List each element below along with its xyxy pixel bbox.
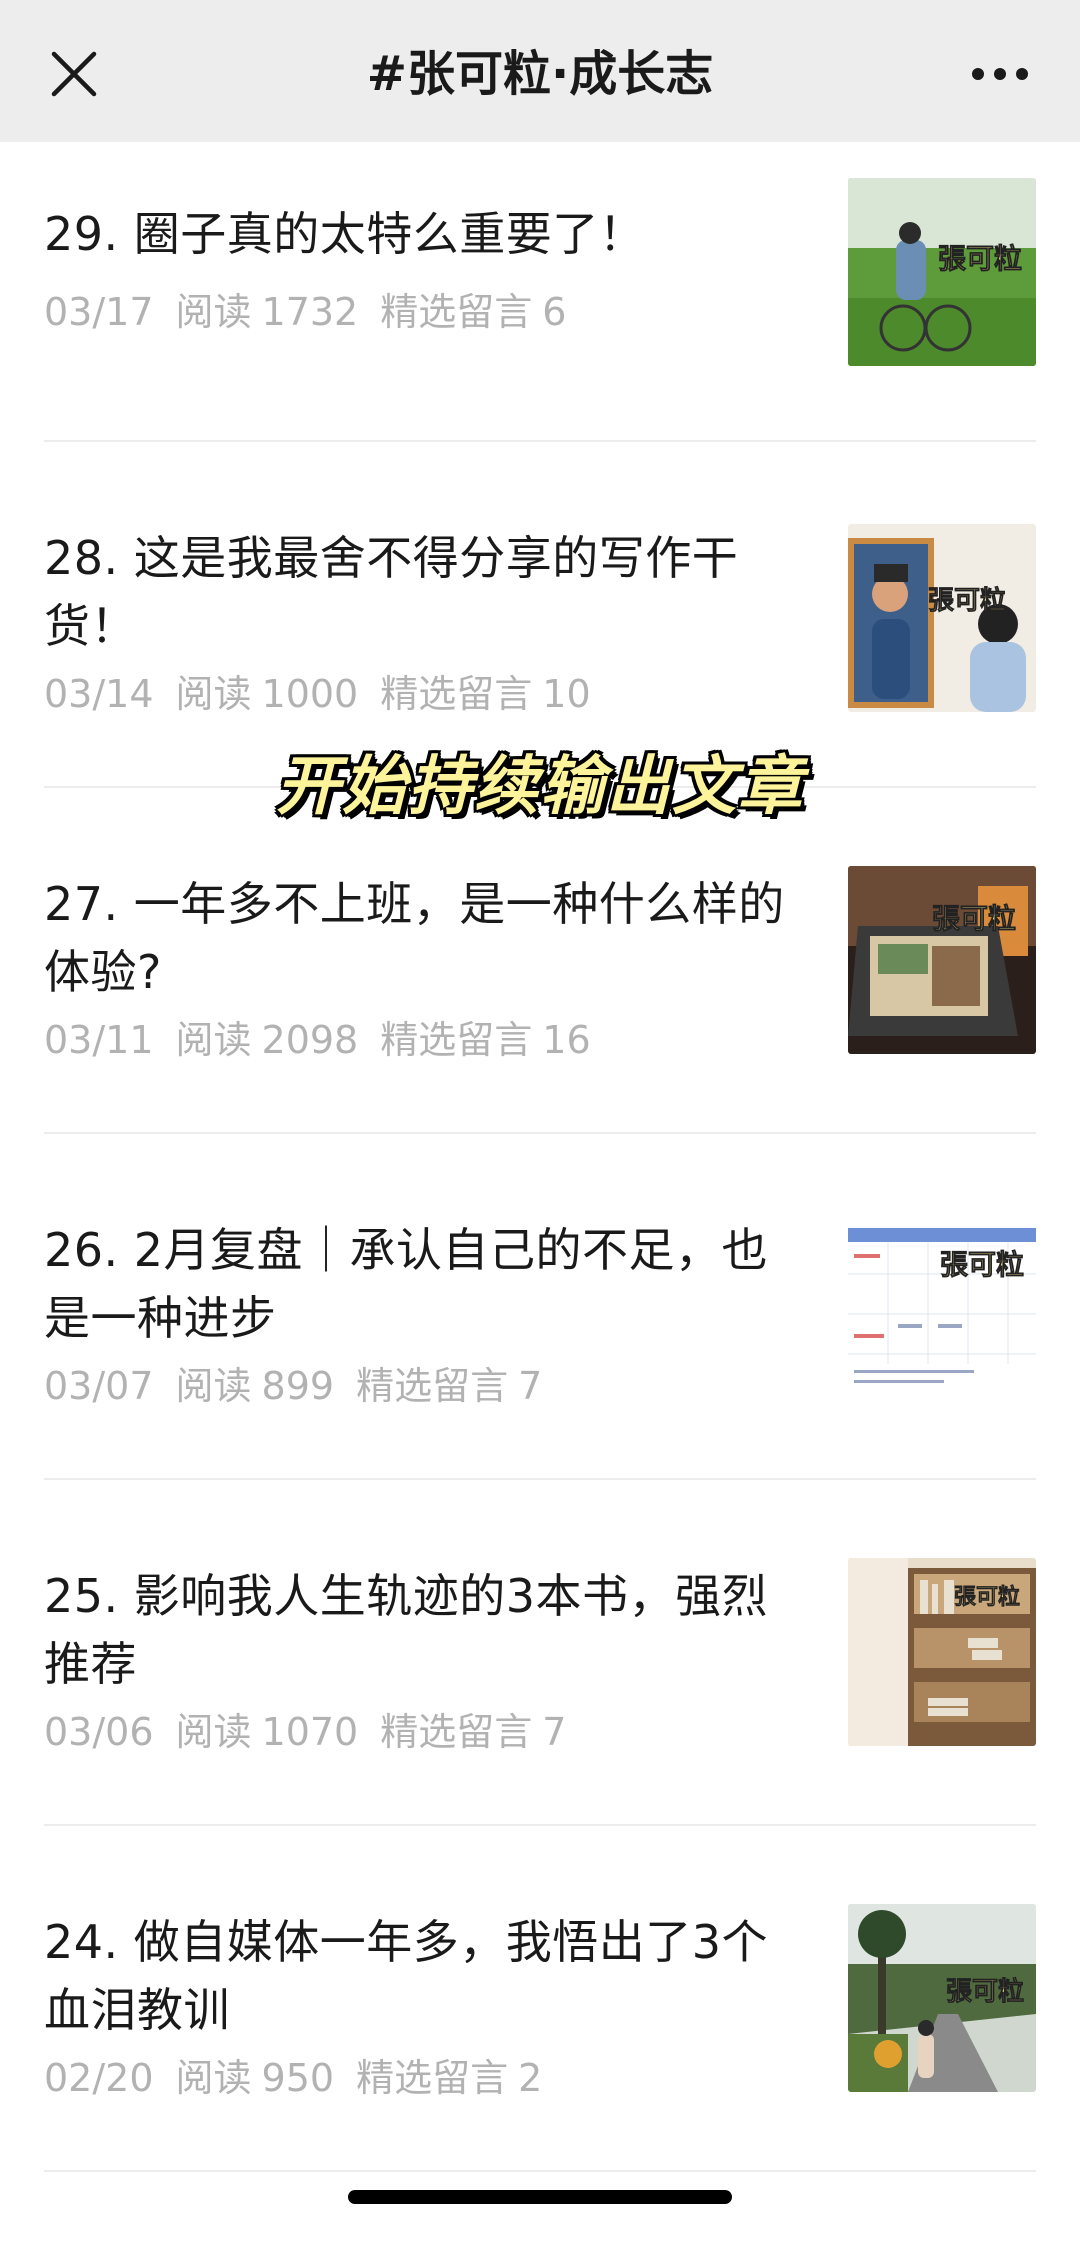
close-button[interactable] <box>46 46 102 102</box>
article-title: 28. 这是我最舍不得分享的写作干货！ <box>44 531 739 653</box>
article-title: 29. 圈子真的太特么重要了！ <box>44 207 646 261</box>
comment-label: 精选留言 7 <box>380 1710 567 1754</box>
article-title: 26. 2月复盘｜承认自己的不足，也是一种进步 <box>44 1223 769 1345</box>
close-icon <box>51 51 97 97</box>
svg-text:張可粒: 張可粒 <box>932 902 1016 935</box>
divider <box>44 1478 1036 1480</box>
comment-label: 精选留言 2 <box>356 2056 543 2100</box>
svg-text:張可粒: 張可粒 <box>954 1584 1020 1610</box>
article-meta: 03/11 阅读 2098 精选留言 16 <box>44 1016 804 1064</box>
read-label: 阅读 899 <box>175 1364 335 1408</box>
comment-label: 精选留言 10 <box>380 672 591 716</box>
divider <box>44 1132 1036 1134</box>
article-date: 03/07 <box>44 1364 154 1408</box>
svg-text:張可粒: 張可粒 <box>928 585 1006 616</box>
article-date: 03/11 <box>44 1018 154 1062</box>
more-icon <box>972 68 1028 80</box>
nav-header: #张可粒·成长志 <box>0 0 1080 142</box>
comment-label: 精选留言 16 <box>380 1018 591 1062</box>
article-title: 27. 一年多不上班，是一种什么样的体验? <box>44 877 785 999</box>
divider <box>44 2170 1036 2172</box>
divider <box>44 440 1036 442</box>
divider <box>44 1824 1036 1826</box>
article-meta: 03/07 阅读 899 精选留言 7 <box>44 1362 804 1410</box>
article-meta: 03/06 阅读 1070 精选留言 7 <box>44 1708 804 1756</box>
home-indicator[interactable] <box>348 2190 732 2204</box>
article-meta: 02/20 阅读 950 精选留言 2 <box>44 2054 804 2102</box>
article-date: 03/17 <box>44 290 154 334</box>
read-label: 阅读 1732 <box>175 290 359 334</box>
video-caption-overlay: 开始持续输出文章 <box>276 750 804 824</box>
article-item-27[interactable]: 27. 一年多不上班，是一种什么样的体验? 03/11 阅读 2098 精选留言 16 … <box>0 866 1080 1216</box>
svg-text:張可粒: 張可粒 <box>938 242 1022 275</box>
svg-text:張可粒: 張可粒 <box>940 1248 1024 1281</box>
article-thumbnail: 張可粒 <box>848 178 1036 366</box>
comment-label: 精选留言 6 <box>380 290 567 334</box>
article-date: 03/06 <box>44 1710 154 1754</box>
article-thumbnail: 張可粒 <box>848 866 1036 1054</box>
article-thumbnail: 張可粒 <box>848 1904 1036 2092</box>
article-thumbnail: 張可粒 <box>848 1214 1036 1402</box>
article-item-25[interactable]: 25. 影响我人生轨迹的3本书，强烈推荐 03/06 阅读 1070 精选留言 7 張可… <box>0 1558 1080 1908</box>
article-thumbnail: 張可粒 <box>848 524 1036 712</box>
read-label: 阅读 1070 <box>175 1710 359 1754</box>
svg-text:張可粒: 張可粒 <box>946 1976 1024 2007</box>
article-date: 02/20 <box>44 2056 154 2100</box>
article-thumbnail: 張可粒 <box>848 1558 1036 1746</box>
article-date: 03/14 <box>44 672 154 716</box>
article-title: 24. 做自媒体一年多，我悟出了3个血泪教训 <box>44 1915 769 2037</box>
read-label: 阅读 2098 <box>175 1018 359 1062</box>
comment-label: 精选留言 7 <box>356 1364 543 1408</box>
more-button[interactable] <box>970 62 1030 86</box>
read-label: 阅读 950 <box>175 2056 335 2100</box>
article-item-29[interactable]: 29. 圈子真的太特么重要了！ 03/17 阅读 1732 精选留言 6 張可粒 <box>0 178 1080 524</box>
page-title: #张可粒·成长志 <box>366 46 714 102</box>
article-item-26[interactable]: 26. 2月复盘｜承认自己的不足，也是一种进步 03/07 阅读 899 精选留言 7 … <box>0 1214 1080 1562</box>
article-title: 25. 影响我人生轨迹的3本书，强烈推荐 <box>44 1569 769 1691</box>
article-meta: 03/17 阅读 1732 精选留言 6 <box>44 288 804 336</box>
article-meta: 03/14 阅读 1000 精选留言 10 <box>44 670 804 718</box>
read-label: 阅读 1000 <box>175 672 359 716</box>
